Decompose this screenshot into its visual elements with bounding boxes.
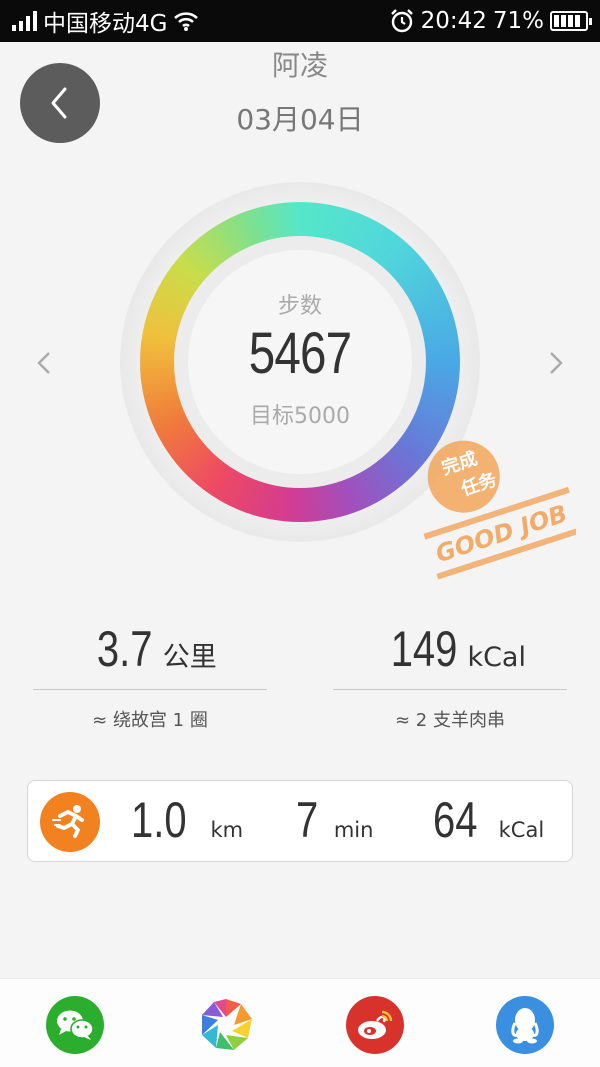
user-name: 阿凌 — [271, 49, 328, 82]
distance-stat: 3.7 公里 — [33, 610, 267, 690]
running-icon — [40, 792, 100, 852]
share-bar — [0, 978, 600, 1067]
activity-calories: 64 kCal — [433, 791, 544, 851]
wifi-icon — [174, 12, 199, 31]
calories-stat: 149 kCal — [333, 610, 567, 690]
steps-count: 5467 — [248, 321, 352, 386]
qq-icon — [511, 1008, 539, 1044]
clock-time: 20:42 — [420, 8, 487, 34]
wechat-icon — [57, 1010, 94, 1040]
next-day-button[interactable] — [544, 348, 568, 378]
moments-icon — [202, 999, 252, 1050]
activity-duration-value: 7 — [296, 792, 319, 848]
date-label[interactable]: 03月04日 — [0, 98, 600, 138]
distance-unit: 公里 — [162, 642, 217, 673]
weibo-icon — [358, 1010, 393, 1039]
steps-label: 步数 — [277, 294, 322, 319]
good-job-stamp: 完成 任务 GOOD JOB — [423, 440, 576, 580]
carrier-label: 中国移动4G — [43, 11, 168, 37]
activity-card[interactable]: 1.0 km 7 min 64 kCal — [27, 780, 573, 862]
activity-calories-unit: kCal — [498, 818, 545, 842]
status-right: 20:42 71% — [389, 8, 592, 34]
status-bar: 中国移动4G 20:42 71% — [0, 0, 600, 42]
battery-icon — [550, 11, 592, 31]
chevron-left-icon — [37, 352, 50, 374]
previous-day-button[interactable] — [32, 348, 56, 378]
activity-distance-value: 1.0 — [131, 792, 187, 848]
distance-note: ≈ 绕故宫 1 圈 — [92, 710, 208, 731]
share-moments-button[interactable] — [197, 996, 255, 1054]
share-qq-button[interactable] — [496, 996, 554, 1054]
activity-distance-unit: km — [210, 818, 244, 842]
alarm-icon — [390, 9, 413, 33]
distance-value: 3.7 — [97, 621, 153, 677]
activity-duration-unit: min — [333, 818, 374, 842]
chevron-right-icon — [550, 352, 563, 374]
status-left: 中国移动4G — [12, 4, 199, 38]
calories-value: 149 — [390, 621, 458, 677]
calories-unit: kCal — [467, 642, 526, 673]
signal-icon — [12, 11, 37, 31]
share-weibo-button[interactable] — [346, 996, 404, 1054]
share-wechat-button[interactable] — [46, 996, 104, 1054]
activity-duration: 7 min — [296, 791, 373, 851]
battery-percent: 71% — [492, 8, 544, 34]
activity-distance: 1.0 km — [131, 791, 243, 851]
activity-calories-value: 64 — [433, 792, 478, 848]
calories-note: ≈ 2 支羊肉串 — [395, 710, 505, 731]
